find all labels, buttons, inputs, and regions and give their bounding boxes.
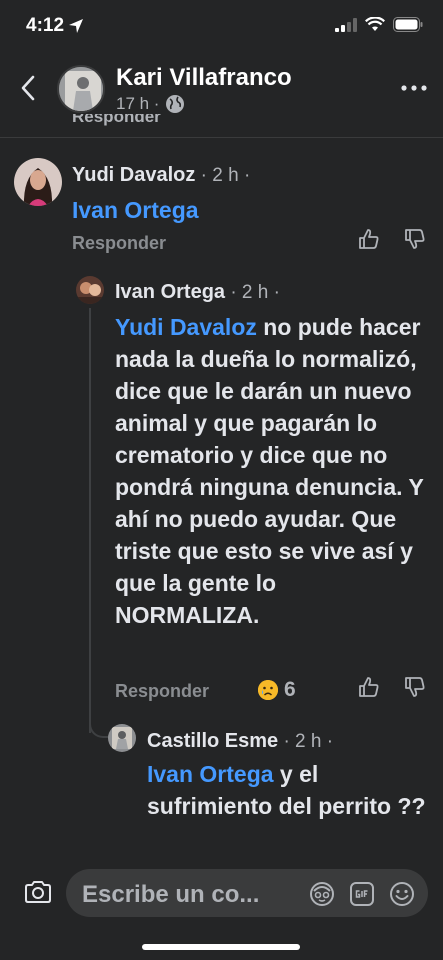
comment-author-name[interactable]: Yudi Davaloz <box>72 164 195 186</box>
clipped-reply-link[interactable]: Responder <box>72 114 161 128</box>
thumbs-down-icon <box>405 229 425 249</box>
reaction-count: 6 <box>284 678 296 701</box>
post-meta: 17 h · <box>116 94 185 114</box>
emoji-button[interactable] <box>388 880 416 908</box>
comment-body: Ivan Ortega <box>72 194 422 226</box>
home-indicator <box>142 944 300 950</box>
comment-input-placeholder: Escribe un co... <box>82 881 260 908</box>
status-icons <box>335 17 423 32</box>
thumbs-down-icon <box>405 677 425 697</box>
avatar-image <box>14 158 62 206</box>
comment-author-name[interactable]: Castillo Esme <box>147 730 278 752</box>
mention-link[interactable]: Yudi Davaloz <box>115 314 257 340</box>
comment-avatar-castillo[interactable] <box>108 724 136 752</box>
comment-avatar-yudi[interactable] <box>14 158 62 206</box>
comment-time: · 2 h · <box>225 282 280 303</box>
comment-author[interactable]: Castillo Esme · 2 h · <box>147 730 333 753</box>
crying-face-icon <box>258 680 278 700</box>
camera-button[interactable] <box>22 876 54 908</box>
post-header: Kari Villafranco 17 h · <box>0 52 443 122</box>
comment-body: Yudi Davaloz no pude hacer nada la dueña… <box>115 311 425 631</box>
comment-time: · 2 h · <box>195 165 251 186</box>
avatar-image <box>76 276 104 304</box>
comment-author-name[interactable]: Ivan Ortega <box>115 281 225 303</box>
reply-button[interactable]: Responder <box>115 681 209 702</box>
clock-text: 4:12 <box>26 15 65 36</box>
gif-icon <box>350 882 374 906</box>
comment-text: no pude hacer nada la dueña lo normalizó… <box>115 314 424 628</box>
avatar-sticker-button[interactable] <box>308 880 336 908</box>
dislike-button[interactable] <box>402 226 428 252</box>
location-arrow-icon <box>69 19 84 33</box>
avatar-sticker-icon <box>310 882 334 906</box>
comment-input[interactable]: Escribe un co... <box>66 869 428 917</box>
mention-link[interactable]: Ivan Ortega <box>147 761 274 787</box>
avatar-image <box>59 67 103 111</box>
chevron-left-icon <box>21 75 35 101</box>
status-bar: 4:12 <box>0 0 443 50</box>
thumbs-up-icon <box>359 229 379 249</box>
comment-body: Ivan Ortega y el sufrimiento del perrito… <box>147 758 432 822</box>
post-author-name[interactable]: Kari Villafranco <box>116 64 292 92</box>
wifi-icon <box>365 17 385 31</box>
comment-composer: Escribe un co... <box>0 858 443 960</box>
back-button[interactable] <box>14 74 42 102</box>
like-button[interactable] <box>356 226 382 252</box>
reply-button[interactable]: Responder <box>72 233 166 254</box>
post-author-avatar[interactable] <box>57 65 105 113</box>
comment-author[interactable]: Ivan Ortega · 2 h · <box>115 281 280 304</box>
comment-avatar-ivan[interactable] <box>76 276 104 304</box>
comment-author[interactable]: Yudi Davaloz · 2 h · <box>72 164 250 187</box>
status-time: 4:12 <box>26 15 84 37</box>
more-dots-icon <box>401 85 427 91</box>
header-divider <box>0 137 443 138</box>
like-button[interactable] <box>356 674 382 700</box>
battery-icon <box>393 17 423 32</box>
mention-link[interactable]: Ivan Ortega <box>72 197 199 223</box>
avatar-image <box>108 724 136 752</box>
post-age: 17 h · <box>116 94 160 113</box>
dislike-button[interactable] <box>402 674 428 700</box>
clipped-reply-text: Responder <box>72 114 161 126</box>
more-options-button[interactable] <box>399 76 429 100</box>
reaction-summary[interactable]: 6 <box>258 678 296 702</box>
comment-time: · 2 h · <box>278 731 334 752</box>
emoji-icon <box>390 882 414 906</box>
signal-icon <box>335 17 357 32</box>
thread-connector <box>89 308 91 733</box>
thumbs-up-icon <box>359 677 379 697</box>
gif-button[interactable] <box>348 880 376 908</box>
camera-icon <box>25 881 51 903</box>
globe-icon <box>166 95 185 113</box>
